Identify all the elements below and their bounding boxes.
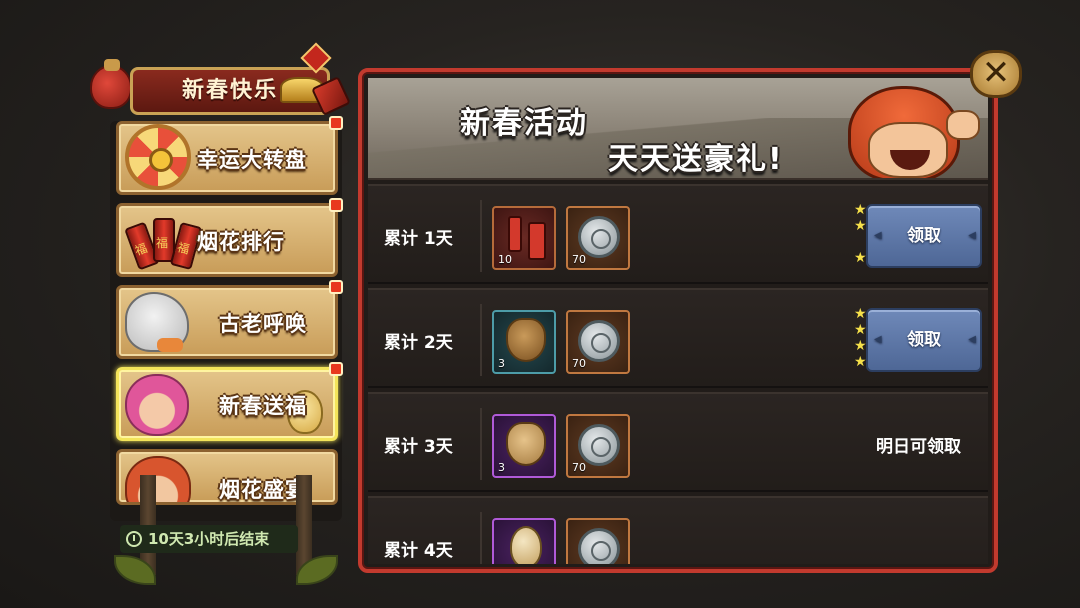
- reward-row-day-2: 累计 2天 3 70 ★★★★ 领取: [368, 288, 988, 388]
- event-countdown: 10天3小时后结束: [120, 525, 298, 553]
- day-label: 累计 1天: [384, 229, 453, 249]
- pouch-icon: [506, 318, 546, 362]
- menu-item-label: 烟花盛宴: [219, 478, 307, 502]
- firecracker-icon: [124, 210, 203, 272]
- event-menu: 幸运大转盘 烟花排行 古老呼唤 新春送福 烟花盛宴: [110, 116, 343, 521]
- divider: [480, 200, 482, 272]
- item-quantity: 70: [572, 461, 586, 474]
- reward-item-silver-coin[interactable]: [566, 518, 630, 564]
- notification-badge: [329, 280, 343, 294]
- divider: [480, 304, 482, 376]
- reward-item-sack[interactable]: 3: [492, 414, 556, 478]
- firecracker-icon: [508, 216, 546, 260]
- lucky-bag-icon: [90, 59, 132, 109]
- menu-item-new-year-blessing[interactable]: 新春送福: [116, 362, 343, 441]
- notification-badge: [329, 362, 343, 376]
- menu-item-label: 古老呼唤: [219, 312, 307, 336]
- reward-item-silver-coin[interactable]: 70: [566, 310, 630, 374]
- reward-item-firecracker[interactable]: 10: [492, 206, 556, 270]
- clock-icon: [126, 531, 142, 547]
- menu-item-label: 幸运大转盘: [197, 148, 307, 172]
- event-banner: 新春活动 天天送豪礼!: [368, 78, 988, 180]
- item-quantity: 70: [572, 357, 586, 370]
- reward-item-pouch[interactable]: 3: [492, 310, 556, 374]
- mascot-character: [838, 80, 980, 178]
- banner-subtitle: 天天送豪礼!: [608, 142, 784, 177]
- sack-icon: [506, 422, 546, 466]
- hero-avatar-icon: [125, 456, 191, 502]
- silver-coin-icon: [578, 528, 620, 564]
- silver-coin-icon: [578, 216, 620, 258]
- reward-row-day-3: 累计 3天 3 70 明日可领取: [368, 392, 988, 492]
- divider: [480, 512, 482, 564]
- menu-item-lucky-wheel[interactable]: 幸运大转盘: [116, 116, 343, 195]
- silver-coin-icon: [578, 424, 620, 466]
- item-quantity: 70: [572, 253, 586, 266]
- divider: [480, 408, 482, 480]
- item-quantity: 3: [498, 461, 505, 474]
- day-label: 累计 3天: [384, 437, 453, 457]
- reward-item-egg[interactable]: [492, 518, 556, 564]
- wheel-icon: [125, 124, 191, 190]
- menu-item-ancient-call[interactable]: 古老呼唤: [116, 280, 343, 359]
- event-sidebar: 新春快乐 幸运大转盘 烟花排行 古老呼唤 新春送福: [90, 42, 351, 585]
- beast-icon: [125, 292, 189, 352]
- girl-avatar-icon: [125, 374, 189, 436]
- egg-icon: [510, 526, 542, 564]
- reward-row-day-4: 累计 4天: [368, 496, 988, 564]
- claim-tomorrow-text: 明日可领取: [876, 437, 961, 457]
- item-quantity: 3: [498, 357, 505, 370]
- day-label: 累计 2天: [384, 333, 453, 353]
- notification-badge: [329, 116, 343, 130]
- reward-list[interactable]: 累计 1天 10 70 ★★★ 领取 累计 2天 3 70: [368, 184, 988, 564]
- menu-item-label: 烟花排行: [197, 230, 285, 254]
- countdown-text: 10天3小时后结束: [148, 530, 270, 548]
- menu-item-label: 新春送福: [219, 394, 307, 418]
- claim-button[interactable]: 领取: [866, 308, 982, 372]
- banner-title: 新春活动: [460, 106, 588, 141]
- close-button[interactable]: ✕: [970, 50, 1022, 98]
- reward-panel: 新春活动 天天送豪礼! 累计 1天 10 70 ★★★ 领取 累计: [358, 68, 998, 573]
- silver-coin-icon: [578, 320, 620, 362]
- reward-item-silver-coin[interactable]: 70: [566, 206, 630, 270]
- reward-row-day-1: 累计 1天 10 70 ★★★ 领取: [368, 184, 988, 284]
- menu-item-firework-ranking[interactable]: 烟花排行: [116, 198, 343, 277]
- notification-badge: [329, 198, 343, 212]
- item-quantity: 10: [498, 253, 512, 266]
- day-label: 累计 4天: [384, 541, 453, 561]
- claim-button[interactable]: 领取: [866, 204, 982, 268]
- reward-item-silver-coin[interactable]: 70: [566, 414, 630, 478]
